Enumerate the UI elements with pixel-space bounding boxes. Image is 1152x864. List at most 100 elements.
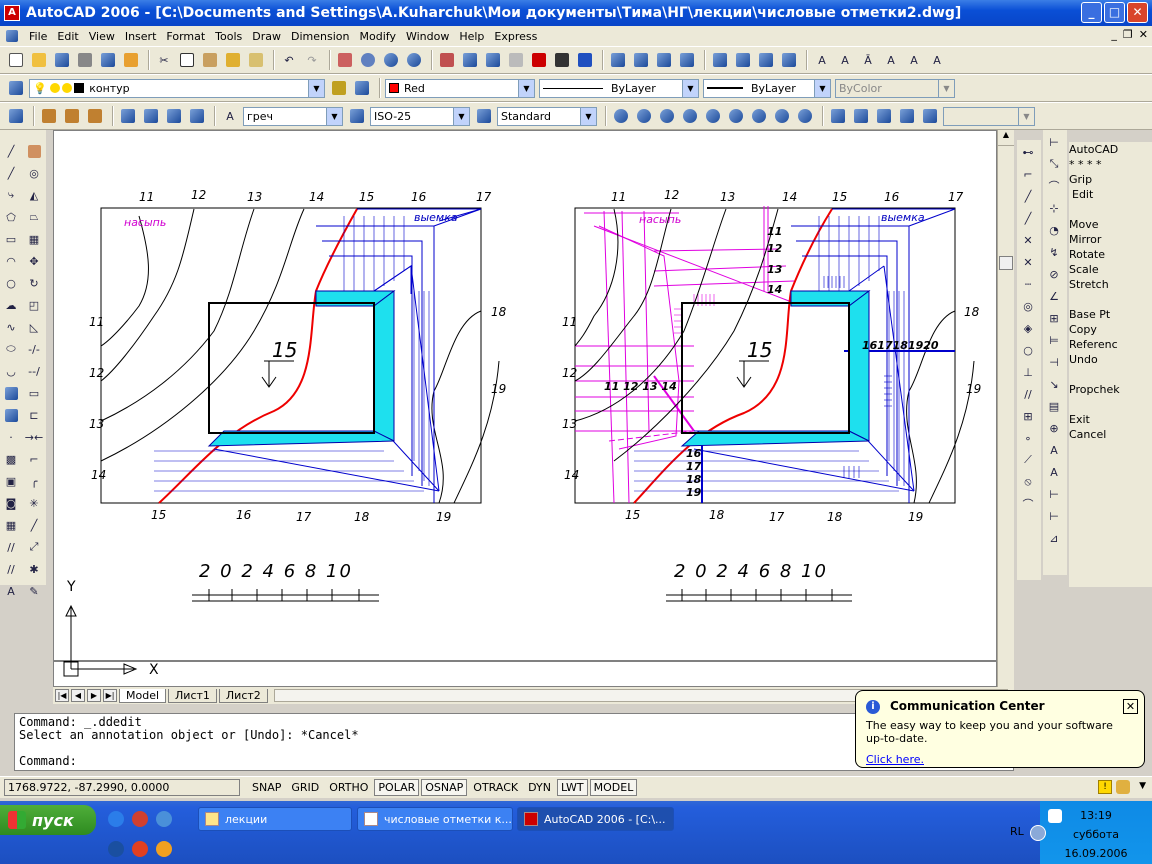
open-icon[interactable] [29,50,49,70]
table-style-icon[interactable] [474,106,494,126]
scroll-thumb[interactable] [999,256,1013,270]
maximize-button[interactable]: □ [1104,2,1125,23]
snap-midpoint-icon[interactable]: ╱ [1018,208,1038,228]
layer-manager-icon[interactable] [6,78,26,98]
snap-node-icon[interactable]: ∘ [1018,428,1038,448]
tab-next-button[interactable]: ▶ [87,689,101,702]
table-icon[interactable]: ▦ [1,515,21,535]
spline-icon[interactable]: ∿ [1,317,21,337]
make-current-layer-icon[interactable] [329,78,349,98]
task-autocad[interactable]: AutoCAD 2006 - [C:\... [517,807,674,831]
mirror-icon[interactable]: ◭ [24,185,44,205]
balloon-close-button[interactable]: ✕ [1123,699,1138,714]
screen-menu-item[interactable]: Mirror [1069,232,1152,247]
minimize-button[interactable]: _ [1081,2,1102,23]
dim-text-edit-icon[interactable]: A [1044,462,1064,482]
line-icon[interactable]: ╱ [1,141,21,161]
screen-menu-item[interactable]: Exit [1069,412,1152,427]
menu-modify[interactable]: Modify [355,30,401,43]
plot-preview-icon[interactable] [98,50,118,70]
menu-draw[interactable]: Draw [247,30,286,43]
model-toggle[interactable]: MODEL [589,779,638,796]
screen-menu-item[interactable]: Referenc [1069,337,1152,352]
tab-first-button[interactable]: |◀ [55,689,69,702]
express-layer3-icon[interactable] [654,50,674,70]
revcloud-icon[interactable]: ☁ [1,295,21,315]
snap-parallel-icon[interactable]: // [1018,384,1038,404]
zoom-window-icon[interactable] [381,50,401,70]
menu-edit[interactable]: Edit [52,30,83,43]
snap-insert-icon[interactable]: ⊞ [1018,406,1038,426]
polar-toggle[interactable]: POLAR [374,779,420,796]
express-draw3-icon[interactable]: ⤢ [24,537,44,557]
dim-diameter-icon[interactable]: ⊘ [1044,264,1064,284]
save-icon[interactable] [52,50,72,70]
express-draw6-icon[interactable]: ✎ [24,581,44,601]
zoom-dynamic-icon[interactable] [634,106,654,126]
polygon-icon[interactable]: ⬠ [1,207,21,227]
express-text3-icon[interactable]: Ā [858,50,878,70]
zoom-object-icon[interactable] [703,106,723,126]
design-center-icon[interactable] [460,50,480,70]
copy-object-icon[interactable]: ◎ [24,163,44,183]
status-menu-arrow-icon[interactable]: ▼ [1139,781,1146,791]
screen-menu-item[interactable] [1069,367,1152,382]
tool-palettes-icon[interactable] [483,50,503,70]
zoom-icon[interactable] [611,106,631,126]
text-style-icon[interactable]: A [220,106,240,126]
clock-time[interactable]: 13:19 [1040,809,1152,822]
snap-perpendicular-icon[interactable]: ⊥ [1018,362,1038,382]
rectangle-icon[interactable]: ▭ [1,229,21,249]
fillet-icon[interactable]: ╭ [24,471,44,491]
tab-prev-button[interactable]: ◀ [71,689,85,702]
ie-icon[interactable] [108,811,124,827]
menu-view[interactable]: View [84,30,120,43]
move-icon[interactable]: ✥ [24,251,44,271]
extend-icon[interactable]: --/ [24,361,44,381]
doc-minimize-button[interactable]: _ [1111,28,1117,41]
dim-override-icon[interactable]: ⊿ [1044,528,1064,548]
dim-quick-icon[interactable]: ⊞ [1044,308,1064,328]
document-icon[interactable] [4,28,20,44]
menu-tools[interactable]: Tools [210,30,247,43]
quicklaunch3-icon[interactable] [132,841,148,857]
screen-menu-item[interactable] [1069,397,1152,412]
dim-tool1-icon[interactable] [39,106,59,126]
dim-angular-icon[interactable]: ∠ [1044,286,1064,306]
express-text-icon[interactable]: A [812,50,832,70]
tab-layout2[interactable]: Лист2 [218,688,268,703]
menu-express[interactable]: Express [489,30,542,43]
dim-style-combo[interactable]: ISO-25 ▼ [370,106,470,126]
doc-close-button[interactable]: ✕ [1139,28,1148,41]
zoom-scale-icon[interactable] [657,106,677,126]
snap-toggle[interactable]: SNAP [248,779,285,796]
ellipse-icon[interactable]: ⬭ [1,339,21,359]
doc-restore-button[interactable]: ❐ [1123,28,1133,41]
color-combo[interactable]: Red ▼ [385,78,535,98]
dyn-toggle[interactable]: DYN [524,779,555,796]
scale-icon[interactable]: ◰ [24,295,44,315]
menu-file[interactable]: File [24,30,52,43]
undo-icon[interactable]: ↶ [279,50,299,70]
array-icon[interactable]: ▦ [24,229,44,249]
ellipse-arc-icon[interactable]: ◡ [1,361,21,381]
screen-menu-item[interactable]: Rotate [1069,247,1152,262]
menu-dimension[interactable]: Dimension [286,30,354,43]
explode-icon[interactable]: ✳ [24,493,44,513]
dim-edit-icon[interactable]: A [1044,440,1064,460]
screen-menu-item[interactable]: Edit [1069,187,1152,202]
media-player-icon[interactable] [156,841,172,857]
snap-apparent-icon[interactable]: ✕ [1018,252,1038,272]
text-style-combo[interactable]: греч ▼ [243,106,343,126]
screen-menu-item[interactable]: Grip [1069,172,1152,187]
viewport5-icon[interactable] [920,106,940,126]
zoom-center-icon[interactable] [680,106,700,126]
erase-icon[interactable] [24,141,44,161]
otrack-toggle[interactable]: OTRACK [469,779,522,796]
arc-icon[interactable]: ◠ [1,251,21,271]
snap-extension-icon[interactable]: ┄ [1018,274,1038,294]
vertical-scrollbar[interactable]: ▲ [997,130,1014,687]
quicklaunch2-icon[interactable] [108,841,124,857]
screen-menu-item[interactable]: Propchek [1069,382,1152,397]
screen-menu-item[interactable]: Scale [1069,262,1152,277]
